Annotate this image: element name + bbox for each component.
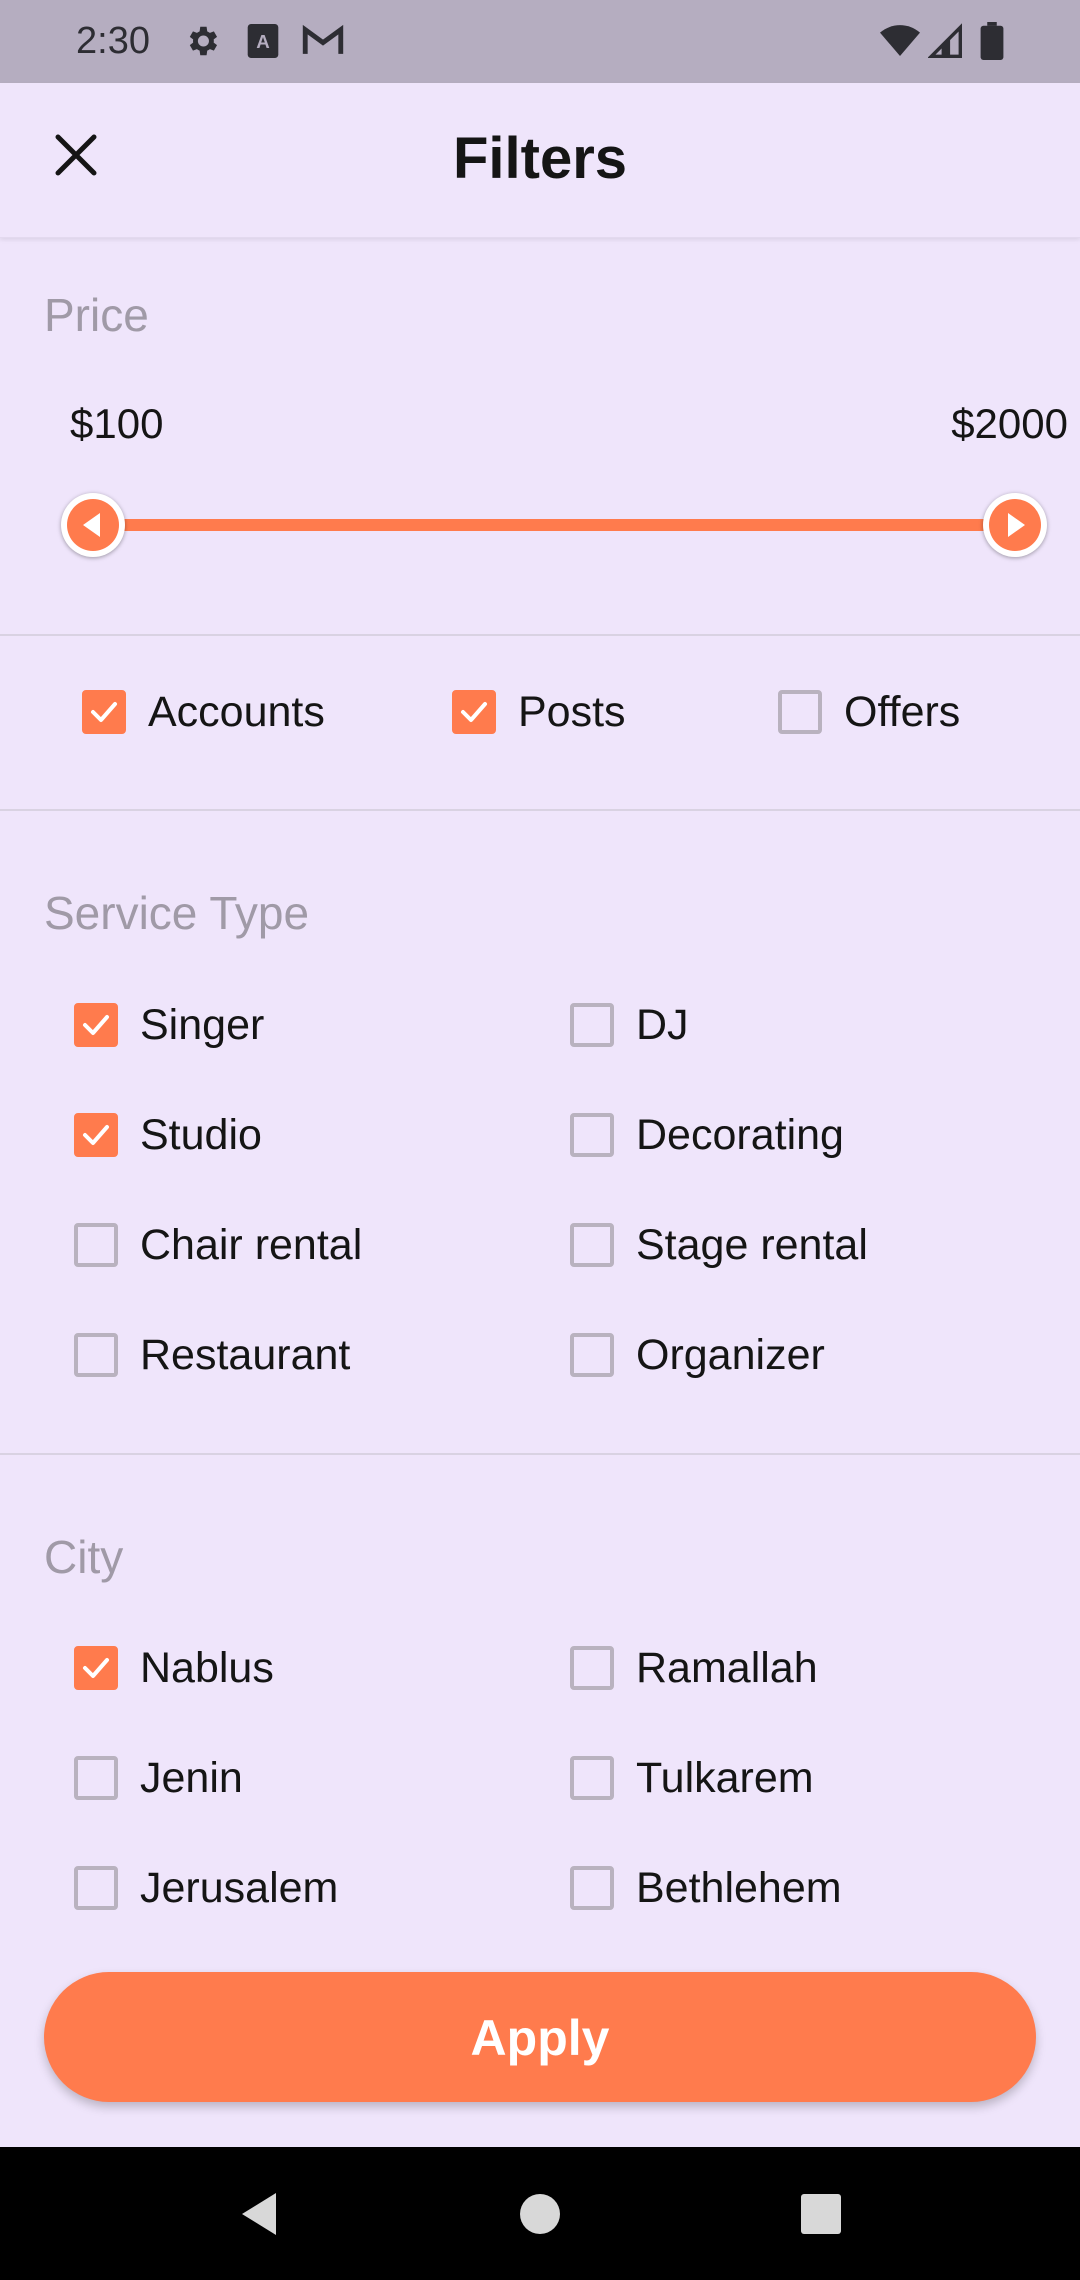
checkbox-box[interactable] — [74, 1866, 118, 1910]
slider-min-thumb[interactable] — [61, 493, 126, 557]
checkbox-label: Stage rental — [636, 1220, 868, 1269]
checkbox-label: DJ — [636, 1000, 689, 1049]
checkbox-label: Posts — [518, 687, 626, 736]
checkbox-nablus[interactable]: Nablus — [74, 1638, 274, 1698]
checkbox-box[interactable] — [570, 1756, 614, 1800]
checkbox-posts[interactable]: Posts — [452, 682, 626, 742]
checkbox-offers[interactable]: Offers — [778, 682, 960, 742]
svg-text:A: A — [256, 31, 270, 52]
chevron-right-icon — [1007, 513, 1025, 537]
slider-max-thumb[interactable] — [982, 493, 1047, 557]
checkbox-box[interactable] — [570, 1003, 614, 1047]
checkbox-chair-rental[interactable]: Chair rental — [74, 1215, 362, 1275]
checkbox-label: Offers — [844, 687, 961, 736]
checkbox-label: Chair rental — [140, 1220, 363, 1269]
status-bar: 2:30 A — [0, 0, 1080, 83]
checkbox-box[interactable] — [74, 1333, 118, 1377]
chevron-left-icon — [83, 513, 101, 537]
check-icon — [83, 1658, 109, 1678]
checkbox-box[interactable] — [74, 1646, 118, 1690]
checkbox-organizer[interactable]: Organizer — [570, 1325, 825, 1385]
service-type-section-title: Service Type — [44, 887, 310, 939]
checkbox-label: Ramallah — [636, 1643, 818, 1692]
checkbox-label: Nablus — [140, 1643, 274, 1692]
check-icon — [91, 702, 117, 722]
checkbox-box[interactable] — [778, 690, 822, 734]
checkbox-singer[interactable]: Singer — [74, 995, 264, 1055]
checkbox-bethlehem[interactable]: Bethlehem — [570, 1858, 842, 1918]
font-download-icon: A — [247, 24, 279, 58]
gmail-icon — [302, 24, 344, 54]
checkbox-dj[interactable]: DJ — [570, 995, 689, 1055]
back-icon[interactable] — [232, 2187, 286, 2241]
checkbox-box[interactable] — [570, 1223, 614, 1267]
recents-icon[interactable] — [794, 2187, 848, 2241]
checkbox-box[interactable] — [74, 1113, 118, 1157]
checkbox-label: Accounts — [148, 687, 325, 736]
status-time: 2:30 — [76, 20, 150, 62]
checkbox-label: Jenin — [140, 1753, 243, 1802]
home-icon[interactable] — [513, 2187, 567, 2241]
apply-button[interactable]: Apply — [44, 1972, 1036, 2102]
checkbox-box[interactable] — [570, 1646, 614, 1690]
checkbox-label: Tulkarem — [636, 1753, 814, 1802]
battery-icon — [980, 22, 1004, 60]
price-min-label: $100 — [70, 400, 164, 447]
checkbox-label: Singer — [140, 1000, 265, 1049]
slider-active-track — [93, 519, 1015, 531]
checkbox-accounts[interactable]: Accounts — [82, 682, 325, 742]
check-icon — [461, 702, 487, 722]
checkbox-label: Bethlehem — [636, 1863, 842, 1912]
checkbox-box[interactable] — [570, 1113, 614, 1157]
gear-icon — [189, 26, 218, 56]
checkbox-box[interactable] — [74, 1756, 118, 1800]
checkbox-label: Decorating — [636, 1110, 844, 1159]
checkbox-box[interactable] — [570, 1866, 614, 1910]
check-icon — [83, 1015, 109, 1035]
checkbox-label: Jerusalem — [140, 1863, 339, 1912]
city-section-title: City — [44, 1531, 124, 1583]
checkbox-ramallah[interactable]: Ramallah — [570, 1638, 818, 1698]
divider — [0, 809, 1080, 811]
checkbox-stage-rental[interactable]: Stage rental — [570, 1215, 868, 1275]
navigation-bar — [0, 2147, 1080, 2280]
app-bar: Filters — [0, 83, 1080, 238]
checkbox-box[interactable] — [74, 1003, 118, 1047]
checkbox-jenin[interactable]: Jenin — [74, 1748, 243, 1808]
checkbox-box[interactable] — [570, 1333, 614, 1377]
checkbox-label: Organizer — [636, 1330, 825, 1379]
checkbox-box[interactable] — [82, 690, 126, 734]
checkbox-label: Restaurant — [140, 1330, 351, 1379]
checkbox-tulkarem[interactable]: Tulkarem — [570, 1748, 814, 1808]
price-section-title: Price — [44, 289, 149, 341]
divider — [0, 634, 1080, 636]
checkbox-decorating[interactable]: Decorating — [570, 1105, 844, 1165]
price-max-label: $2000 — [951, 400, 1068, 447]
checkbox-jerusalem[interactable]: Jerusalem — [74, 1858, 338, 1918]
signal-icon — [928, 23, 962, 58]
checkbox-label: Studio — [140, 1110, 262, 1159]
checkbox-restaurant[interactable]: Restaurant — [74, 1325, 350, 1385]
check-icon — [83, 1125, 109, 1145]
checkbox-studio[interactable]: Studio — [74, 1105, 262, 1165]
wifi-icon — [880, 25, 920, 56]
checkbox-box[interactable] — [74, 1223, 118, 1267]
page-title: Filters — [452, 126, 628, 191]
price-range-slider[interactable] — [61, 488, 1054, 562]
checkbox-box[interactable] — [452, 690, 496, 734]
divider — [0, 1453, 1080, 1455]
